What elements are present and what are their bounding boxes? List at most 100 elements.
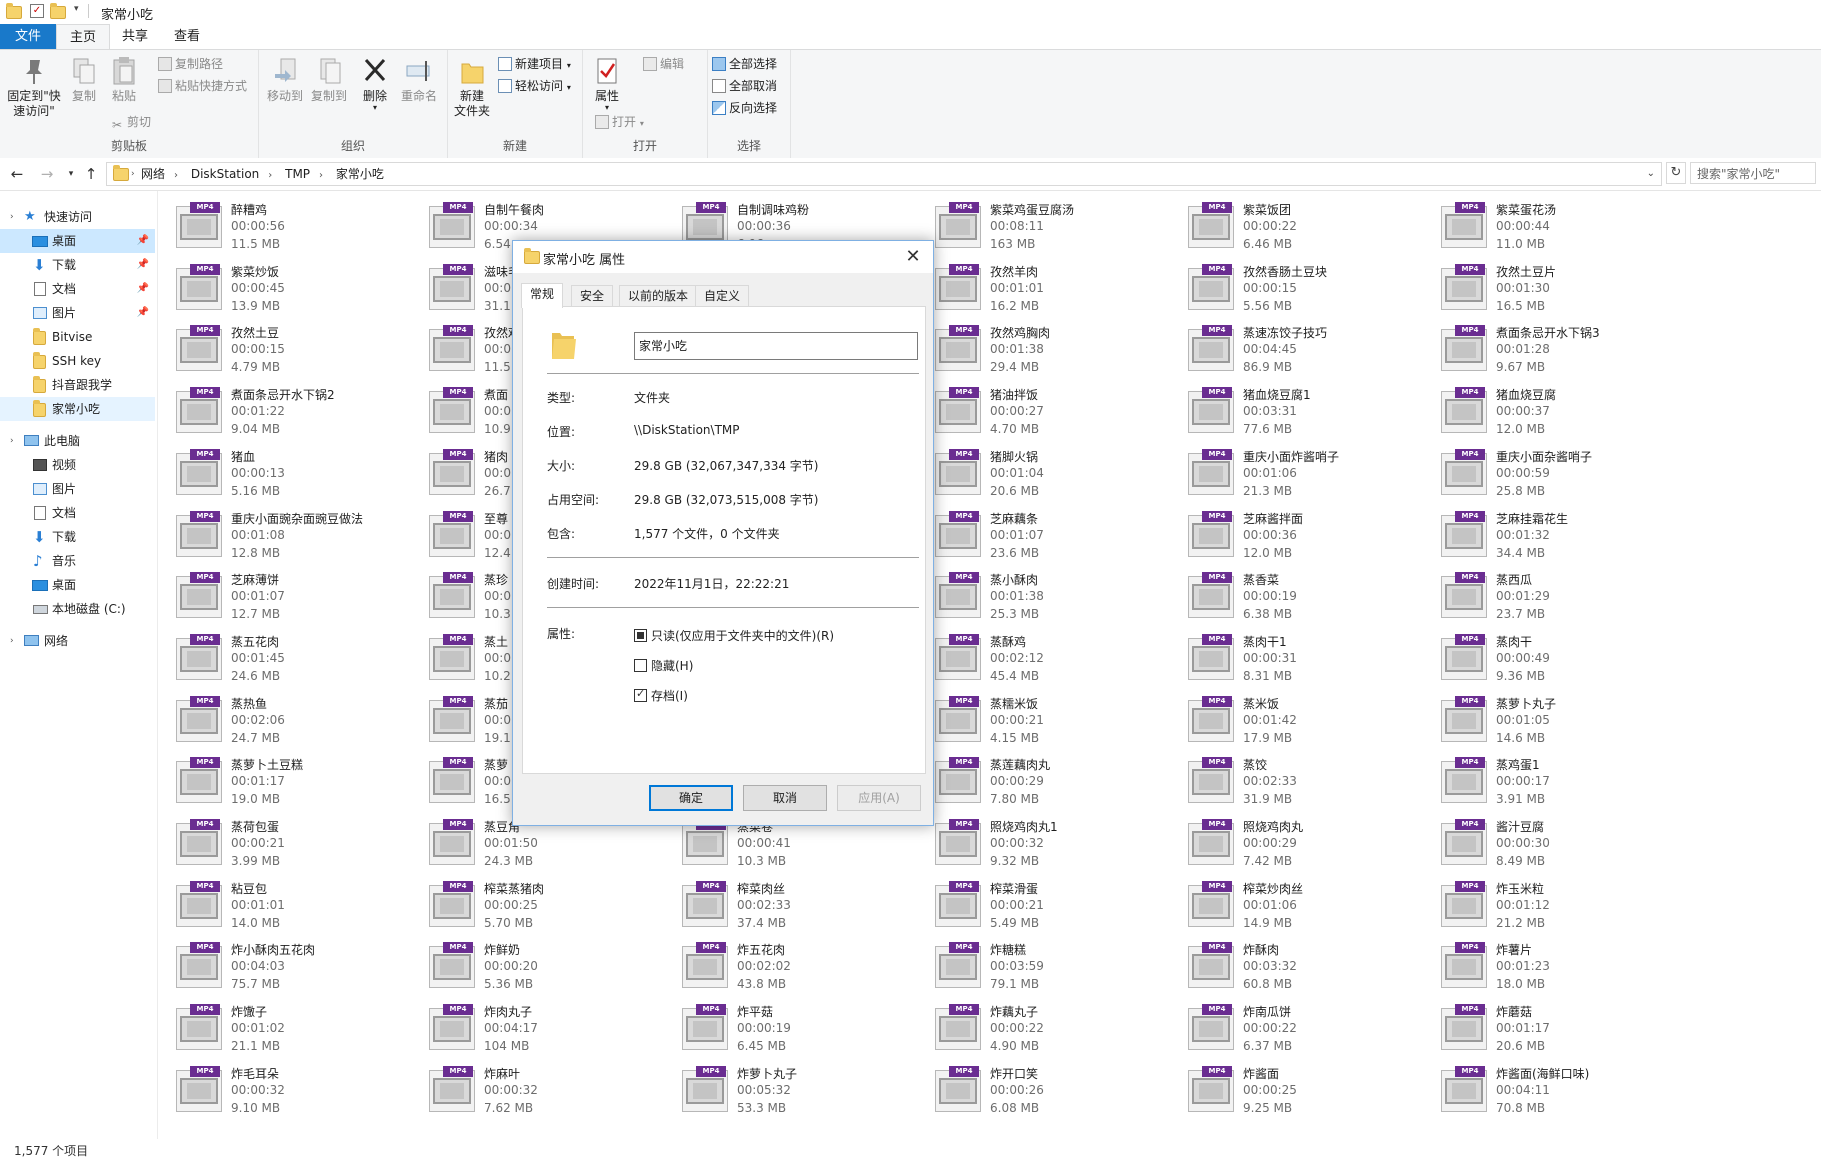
file-item[interactable]: MP4 醉糟鸡 00:00:56 11.5 MB — [176, 197, 416, 259]
quick-access-dropdown-icon[interactable]: ▾ — [74, 4, 79, 14]
nav-pc-desktop[interactable]: 桌面 — [0, 573, 155, 597]
delete-button[interactable]: 删除 ▾ — [357, 56, 393, 112]
quick-access-new-folder-icon[interactable] — [50, 3, 66, 19]
crumb-separator-icon[interactable]: › — [268, 170, 272, 181]
paste-button[interactable]: 粘贴 — [106, 56, 142, 104]
search-input[interactable]: 搜索"家常小吃" — [1690, 162, 1816, 184]
tab-customize[interactable]: 自定义 — [695, 285, 750, 307]
file-item[interactable]: MP4 榨菜炒肉丝 00:01:06 14.9 MB — [1188, 876, 1428, 938]
file-item[interactable]: MP4 炸藕丸子 00:00:22 4.90 MB — [935, 999, 1175, 1061]
file-item[interactable]: MP4 蒸萝卜丸子 00:01:05 14.6 MB — [1441, 691, 1681, 753]
file-item[interactable]: MP4 炸五花肉 00:02:02 43.8 MB — [682, 937, 922, 999]
expand-chevron-icon[interactable]: › — [10, 629, 14, 653]
pin-icon[interactable]: 📌 — [137, 229, 149, 253]
crumb-separator-icon[interactable]: › — [319, 170, 323, 181]
select-none-button[interactable]: 全部取消 — [712, 76, 777, 96]
nav-pc-pictures[interactable]: 图片 — [0, 477, 155, 501]
nav-pc-local-disk[interactable]: 本地磁盘 (C:) — [0, 597, 155, 621]
file-item[interactable]: MP4 照烧鸡肉丸1 00:00:32 9.32 MB — [935, 814, 1175, 876]
file-item[interactable]: MP4 紫菜饭团 00:00:22 6.46 MB — [1188, 197, 1428, 259]
file-item[interactable]: MP4 重庆小面炸酱哨子 00:01:06 21.3 MB — [1188, 444, 1428, 506]
properties-button[interactable]: 属性 ▾ — [589, 56, 625, 112]
file-item[interactable]: MP4 炸蘑菇 00:01:17 20.6 MB — [1441, 999, 1681, 1061]
readonly-checkbox[interactable]: 只读(仅应用于文件夹中的文件)(R) — [634, 627, 834, 644]
file-item[interactable]: MP4 紫菜蛋花汤 00:00:44 11.0 MB — [1441, 197, 1681, 259]
pin-icon[interactable]: 📌 — [137, 301, 149, 325]
refresh-icon[interactable]: ↻ — [1666, 162, 1686, 184]
new-folder-button[interactable]: 新建 文件夹 — [452, 56, 492, 119]
address-chevron-icon[interactable]: › — [131, 163, 135, 185]
file-item[interactable]: MP4 炸鲜奶 00:00:20 5.36 MB — [429, 937, 669, 999]
file-item[interactable]: MP4 猪油拌饭 00:00:27 4.70 MB — [935, 382, 1175, 444]
cancel-button[interactable]: 取消 — [743, 785, 827, 811]
nav-item-douyin[interactable]: 抖音跟我学 — [0, 373, 155, 397]
file-item[interactable]: MP4 猪脚火锅 00:01:04 20.6 MB — [935, 444, 1175, 506]
easy-access-button[interactable]: 轻松访问 ▾ — [498, 76, 571, 96]
file-item[interactable]: MP4 蒸糯米饭 00:00:21 4.15 MB — [935, 691, 1175, 753]
file-item[interactable]: MP4 芝麻薄饼 00:01:07 12.7 MB — [176, 567, 416, 629]
file-item[interactable]: MP4 榨菜蒸猪肉 00:00:25 5.70 MB — [429, 876, 669, 938]
file-item[interactable]: MP4 重庆小面杂酱哨子 00:00:59 25.8 MB — [1441, 444, 1681, 506]
folder-name-field[interactable]: 家常小吃 — [634, 332, 918, 360]
file-item[interactable]: MP4 煮面条忌开水下锅3 00:01:28 9.67 MB — [1441, 320, 1681, 382]
file-item[interactable]: MP4 重庆小面豌杂面豌豆做法 00:01:08 12.8 MB — [176, 506, 416, 568]
file-item[interactable]: MP4 蒸米饭 00:01:42 17.9 MB — [1188, 691, 1428, 753]
recent-locations-chevron-icon[interactable]: ▾ — [62, 165, 80, 183]
copy-button[interactable]: 复制 — [66, 56, 102, 104]
nav-network[interactable]: › 网络 — [0, 629, 155, 653]
file-item[interactable]: MP4 炸小酥肉五花肉 00:04:03 75.7 MB — [176, 937, 416, 999]
file-item[interactable]: MP4 猪血烧豆腐 00:00:37 12.0 MB — [1441, 382, 1681, 444]
nav-item-downloads[interactable]: ⬇ 下载 📌 — [0, 253, 155, 277]
ok-button[interactable]: 确定 — [649, 785, 733, 811]
expand-chevron-icon[interactable]: › — [10, 429, 14, 453]
new-item-button[interactable]: 新建项目 ▾ — [498, 54, 571, 74]
hidden-checkbox[interactable]: 隐藏(H) — [634, 657, 693, 674]
nav-item-ssh-key[interactable]: SSH key — [0, 349, 155, 373]
file-item[interactable]: MP4 孜然鸡胸肉 00:01:38 29.4 MB — [935, 320, 1175, 382]
open-button[interactable]: 打开 ▾ — [595, 112, 644, 132]
crumb-tmp[interactable]: TMP — [285, 167, 310, 181]
file-item[interactable]: MP4 炸酱面 00:00:25 9.25 MB — [1188, 1061, 1428, 1123]
file-item[interactable]: MP4 猪血烧豆腐1 00:03:31 77.6 MB — [1188, 382, 1428, 444]
quick-access-properties-icon[interactable]: ✓ — [30, 4, 44, 18]
file-item[interactable]: MP4 芝麻酱拌面 00:00:36 12.0 MB — [1188, 506, 1428, 568]
file-item[interactable]: MP4 炸薯片 00:01:23 18.0 MB — [1441, 937, 1681, 999]
tab-home[interactable]: 主页 — [56, 24, 110, 49]
file-item[interactable]: MP4 炸玉米粒 00:01:12 21.2 MB — [1441, 876, 1681, 938]
edit-button[interactable]: 编辑 — [643, 54, 684, 74]
back-arrow-icon[interactable]: ← — [8, 165, 26, 183]
copy-to-button[interactable]: 复制到 — [309, 56, 349, 104]
address-bar[interactable]: › 网络 › DiskStation › TMP › 家常小吃 ⌄ — [106, 162, 1662, 186]
pane-divider[interactable] — [157, 191, 158, 1139]
file-item[interactable]: MP4 炸开口笑 00:00:26 6.08 MB — [935, 1061, 1175, 1123]
nav-item-desktop[interactable]: 桌面 📌 — [0, 229, 155, 253]
file-item[interactable]: MP4 炸毛耳朵 00:00:32 9.10 MB — [176, 1061, 416, 1123]
crumb-network[interactable]: 网络 — [141, 167, 165, 181]
pin-icon[interactable]: 📌 — [137, 277, 149, 301]
tab-general[interactable]: 常规 — [521, 283, 564, 308]
file-item[interactable]: MP4 炸糖糕 00:03:59 79.1 MB — [935, 937, 1175, 999]
select-all-button[interactable]: 全部选择 — [712, 54, 777, 74]
nav-pc-downloads[interactable]: ⬇ 下载 — [0, 525, 155, 549]
nav-quick-access[interactable]: › ★ 快速访问 — [0, 205, 155, 229]
nav-pc-documents[interactable]: 文档 — [0, 501, 155, 525]
move-to-button[interactable]: 移动到 — [265, 56, 305, 104]
tab-security[interactable]: 安全 — [571, 285, 614, 307]
nav-this-pc[interactable]: › 此电脑 — [0, 429, 155, 453]
delete-dropdown-icon[interactable]: ▾ — [357, 104, 393, 112]
file-item[interactable]: MP4 蒸肉干1 00:00:31 8.31 MB — [1188, 629, 1428, 691]
file-item[interactable]: MP4 榨菜肉丝 00:02:33 37.4 MB — [682, 876, 922, 938]
tab-previous-versions[interactable]: 以前的版本 — [619, 285, 698, 307]
file-item[interactable]: MP4 蒸饺 00:02:33 31.9 MB — [1188, 752, 1428, 814]
invert-selection-button[interactable]: 反向选择 — [712, 98, 777, 118]
file-item[interactable]: MP4 炸萝卜丸子 00:05:32 53.3 MB — [682, 1061, 922, 1123]
file-item[interactable]: MP4 芝麻挂霜花生 00:01:32 34.4 MB — [1441, 506, 1681, 568]
file-item[interactable]: MP4 芝麻藕条 00:01:07 23.6 MB — [935, 506, 1175, 568]
forward-arrow-icon[interactable]: → — [38, 165, 56, 183]
file-item[interactable]: MP4 蒸速冻饺子技巧 00:04:45 86.9 MB — [1188, 320, 1428, 382]
apply-button[interactable]: 应用(A) — [837, 785, 921, 811]
nav-item-pictures[interactable]: 图片 📌 — [0, 301, 155, 325]
file-item[interactable]: MP4 蒸肉干 00:00:49 9.36 MB — [1441, 629, 1681, 691]
pin-quick-access-button[interactable]: 固定到"快 速访问" — [6, 56, 62, 119]
file-item[interactable]: MP4 炸平菇 00:00:19 6.45 MB — [682, 999, 922, 1061]
